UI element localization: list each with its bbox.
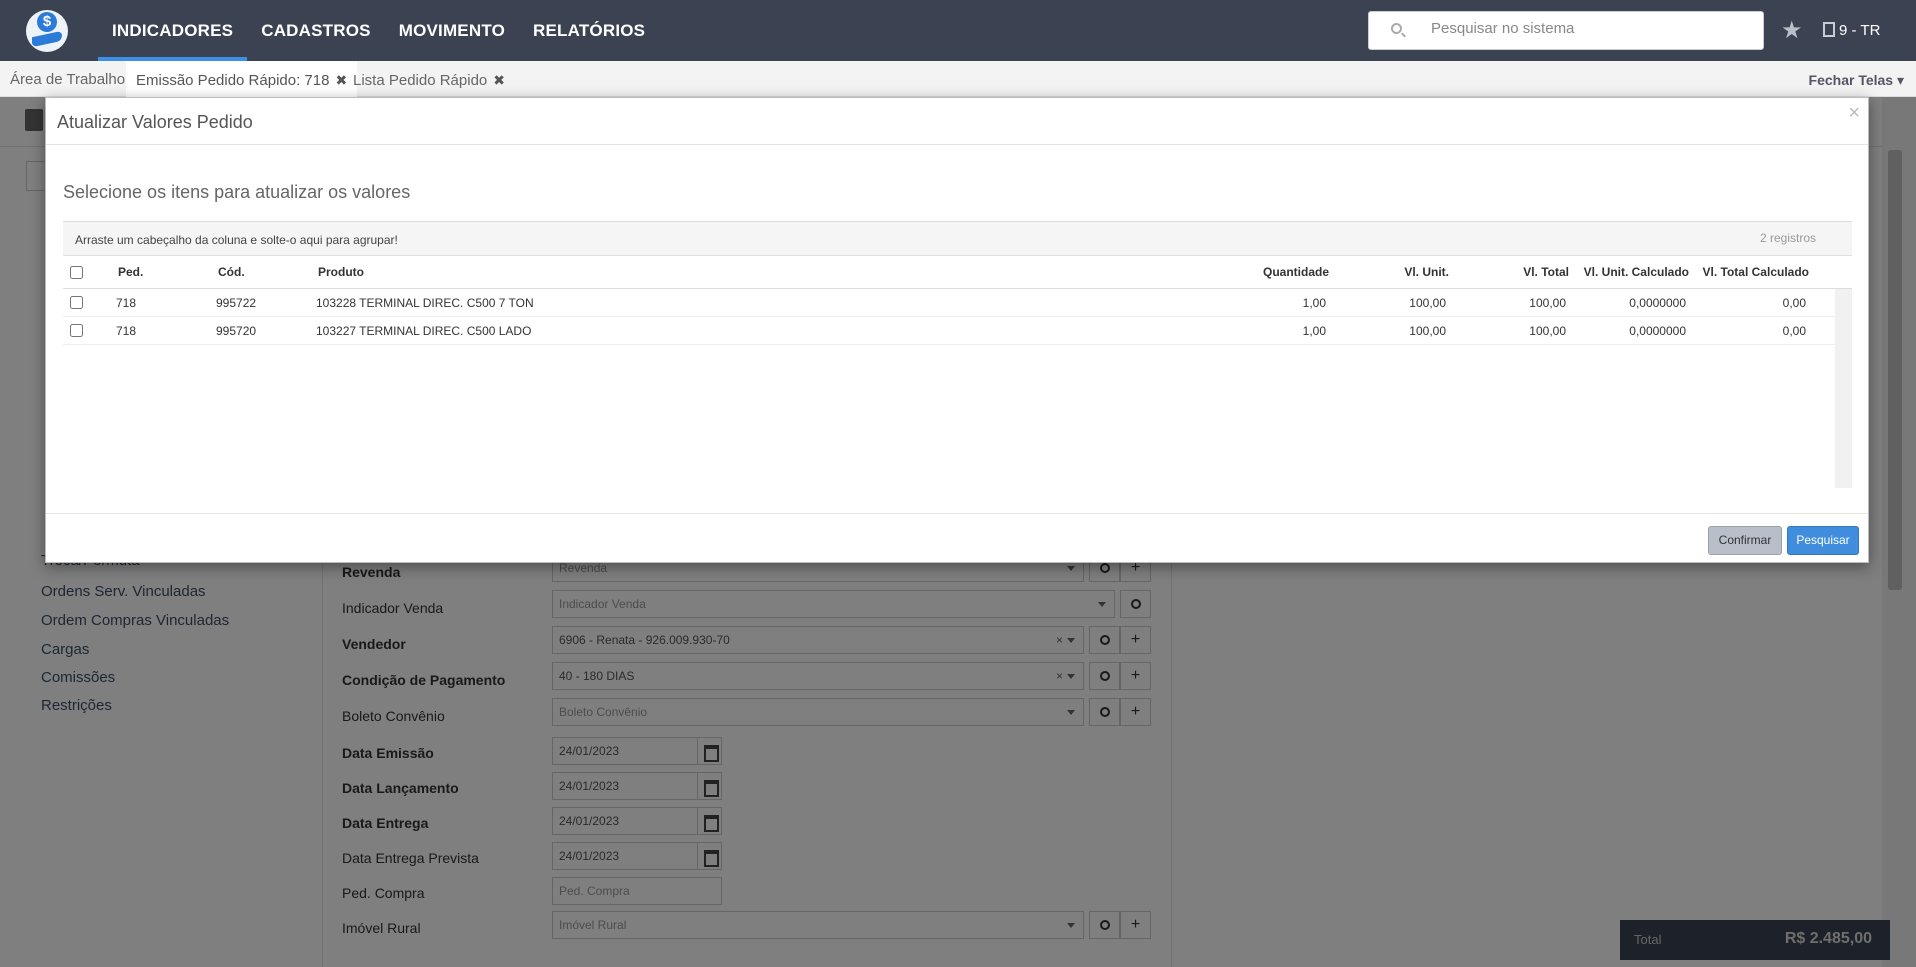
cell-vl-total-calc: 0,00	[1782, 296, 1806, 310]
modal-footer: Confirmar Pesquisar	[46, 513, 1868, 564]
modal-header: Atualizar Valores Pedido ×	[46, 98, 1868, 145]
select-all-checkbox[interactable]	[70, 266, 83, 279]
table-row[interactable]: 718 995722 103228 TERMINAL DIREC. C500 7…	[63, 289, 1835, 317]
tabs-bar: Área de Trabalho Emissão Pedido Rápido: …	[0, 61, 1916, 97]
col-cod[interactable]: Cód.	[218, 256, 245, 289]
system-search	[1368, 11, 1764, 50]
row-checkbox[interactable]	[70, 324, 83, 337]
col-produto[interactable]: Produto	[318, 256, 364, 289]
company-selector[interactable]: 9 - TR	[1823, 22, 1880, 39]
cell-quantidade: 1,00	[1302, 324, 1326, 338]
cell-produto: 103228 TERMINAL DIREC. C500 7 TON	[316, 296, 534, 310]
app-logo-icon[interactable]: $	[26, 10, 68, 52]
group-drop-area[interactable]: Arraste um cabeçalho da coluna e solte-o…	[63, 222, 1852, 256]
col-vl-unit-calc[interactable]: Vl. Unit. Calculado	[1569, 256, 1689, 289]
cell-vl-total-calc: 0,00	[1782, 324, 1806, 338]
table-row[interactable]: 718 995720 103227 TERMINAL DIREC. C500 L…	[63, 317, 1835, 345]
grid-scrollbar[interactable]	[1835, 289, 1852, 488]
cell-quantidade: 1,00	[1302, 296, 1326, 310]
tab-label: Área de Trabalho	[10, 71, 126, 88]
cell-cod: 995722	[216, 296, 257, 310]
record-count: 2 registros	[1759, 231, 1816, 245]
cell-vl-total: 100,00	[1529, 324, 1566, 338]
nav-indicadores[interactable]: INDICADORES	[98, 0, 248, 61]
tab-emissao-pedido[interactable]: Emissão Pedido Rápido: 718 ✖	[126, 61, 358, 97]
col-ped[interactable]: Ped.	[118, 256, 143, 289]
cell-ped: 718	[116, 296, 137, 310]
tab-lista-pedido[interactable]: Lista Pedido Rápido ✖	[343, 61, 515, 97]
nav-cadastros[interactable]: CADASTROS	[247, 0, 384, 61]
system-search-input[interactable]	[1431, 20, 1751, 37]
tab-area-de-trabalho[interactable]: Área de Trabalho	[0, 61, 135, 97]
cell-vl-unit: 100,00	[1409, 296, 1446, 310]
cell-vl-total: 100,00	[1529, 296, 1566, 310]
col-vl-total[interactable]: Vl. Total	[1449, 256, 1569, 289]
nav-movimento[interactable]: MOVIMENTO	[385, 0, 519, 61]
row-checkbox[interactable]	[70, 296, 83, 309]
tab-close-icon[interactable]: ✖	[493, 72, 505, 88]
building-icon	[1823, 22, 1835, 37]
nav-relatorios[interactable]: RELATÓRIOS	[519, 0, 659, 61]
modal-subtitle: Selecione os itens para atualizar os val…	[63, 182, 411, 202]
col-vl-total-calc[interactable]: Vl. Total Calculado	[1689, 256, 1809, 289]
modal-title: Atualizar Valores Pedido	[57, 112, 253, 132]
tab-label: Emissão Pedido Rápido: 718	[136, 72, 330, 89]
update-values-modal: Atualizar Valores Pedido × Selecione os …	[45, 97, 1869, 563]
group-hint: Arraste um cabeçalho da coluna e solte-o…	[75, 233, 398, 247]
cell-vl-unit-calc: 0,0000000	[1629, 296, 1686, 310]
col-vl-unit[interactable]: Vl. Unit.	[1329, 256, 1449, 289]
search-icon	[1391, 23, 1402, 34]
cell-vl-unit-calc: 0,0000000	[1629, 324, 1686, 338]
main-nav: INDICADORES CADASTROS MOVIMENTO RELATÓRI…	[98, 0, 659, 61]
cell-vl-unit: 100,00	[1409, 324, 1446, 338]
cell-produto: 103227 TERMINAL DIREC. C500 LADO	[316, 324, 532, 338]
close-all-label: Fechar Telas	[1808, 72, 1894, 88]
company-label: 9 - TR	[1839, 22, 1881, 39]
favorites-star-icon[interactable]: ★	[1781, 16, 1803, 45]
close-icon[interactable]: ×	[1848, 102, 1860, 125]
top-navbar: $ INDICADORES CADASTROS MOVIMENTO RELATÓ…	[0, 0, 1916, 61]
cell-cod: 995720	[216, 324, 257, 338]
confirm-button[interactable]: Confirmar	[1708, 526, 1782, 555]
close-all-tabs-dropdown[interactable]: Fechar Telas ▾	[1809, 61, 1904, 99]
grid-header: Ped. Cód. Produto Quantidade Vl. Unit. V…	[63, 256, 1852, 289]
tab-label: Lista Pedido Rápido	[353, 72, 488, 89]
col-quantidade[interactable]: Quantidade	[1208, 256, 1329, 289]
items-grid: Arraste um cabeçalho da coluna e solte-o…	[63, 221, 1852, 488]
cell-ped: 718	[116, 324, 137, 338]
search-button[interactable]: Pesquisar	[1787, 526, 1859, 555]
